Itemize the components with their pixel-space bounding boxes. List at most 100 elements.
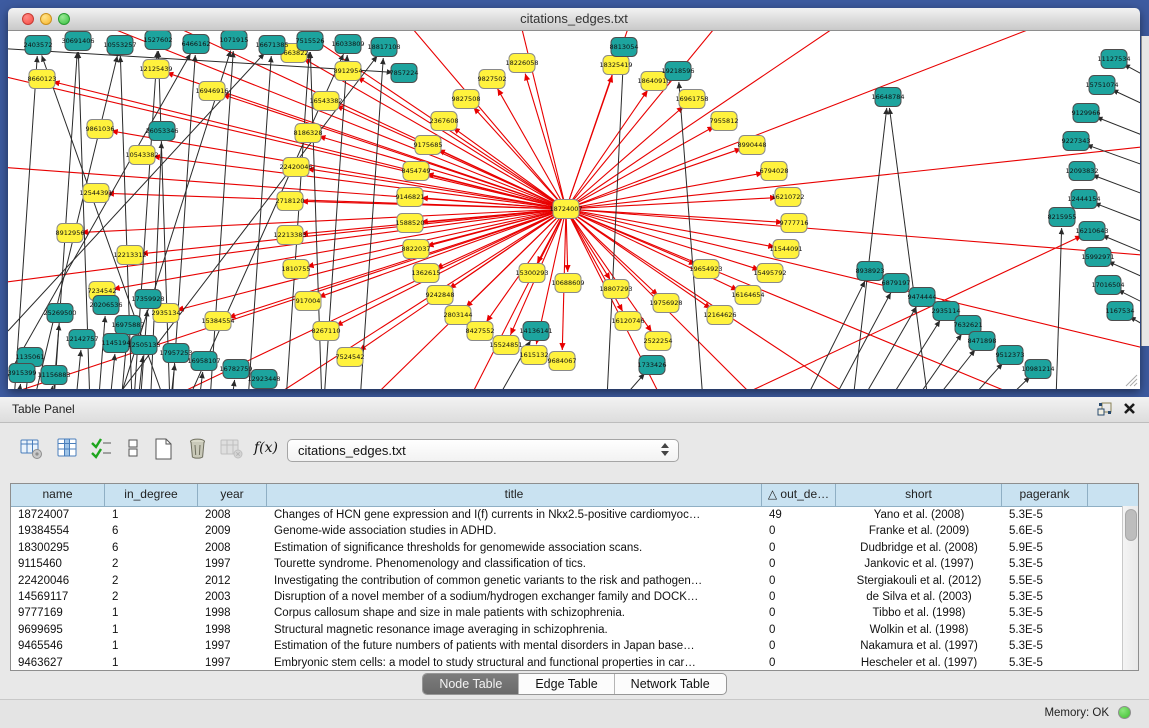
graph-edge[interactable] [107, 193, 566, 209]
graph-edge[interactable] [1112, 90, 1140, 125]
close-panel-icon[interactable] [1122, 401, 1137, 421]
graph-node[interactable]: 9827508 [452, 90, 481, 109]
graph-node[interactable]: 9146821 [396, 188, 425, 207]
graph-node[interactable]: 17359928 [131, 290, 164, 309]
graph-node[interactable]: 16648784 [871, 88, 904, 107]
graph-node[interactable]: 10688609 [551, 274, 584, 293]
table-row[interactable]: 911546021997Tourette syndrome. Phenomeno… [11, 556, 1138, 572]
graph-edge[interactable] [1054, 228, 1062, 389]
table-settings-icon[interactable] [20, 437, 44, 461]
graph-node[interactable]: 9175685 [414, 136, 443, 155]
tab-network-table[interactable]: Network Table [615, 674, 726, 694]
graph-node[interactable]: 20206536 [89, 296, 122, 315]
row-height-icon[interactable] [122, 437, 146, 461]
graph-node[interactable]: 8990448 [738, 136, 767, 155]
graph-node[interactable]: 2522254 [644, 332, 673, 351]
graph-node[interactable]: 9474444 [908, 288, 937, 307]
graph-edge[interactable] [158, 51, 172, 389]
graph-node[interactable]: 8186328 [294, 124, 323, 143]
graph-edge[interactable] [566, 209, 810, 389]
graph-node[interactable]: 18807293 [599, 280, 632, 299]
graph-node[interactable]: 9512373 [996, 346, 1025, 365]
graph-node[interactable]: 14136141 [519, 322, 552, 341]
graph-node[interactable]: 10981214 [1021, 360, 1054, 379]
graph-edge[interactable] [566, 209, 783, 222]
show-columns-icon[interactable] [56, 437, 80, 461]
tab-edge-table[interactable]: Edge Table [519, 674, 614, 694]
graph-node[interactable]: 12444154 [1067, 190, 1100, 209]
graph-node[interactable]: 16975887 [111, 316, 144, 335]
graph-node[interactable]: 25269500 [43, 304, 76, 323]
graph-node[interactable]: 12505135 [127, 336, 160, 355]
graph-node[interactable]: 16120746 [611, 312, 644, 331]
graph-node[interactable]: 15495792 [753, 264, 786, 283]
graph-node[interactable]: 8427552 [466, 322, 495, 341]
graph-node[interactable]: 7515526 [296, 32, 325, 51]
graph-node[interactable]: 9777716 [780, 214, 809, 233]
graph-node[interactable]: 1145194 [102, 334, 131, 353]
tab-node-table[interactable]: Node Table [423, 674, 519, 694]
graph-node[interactable]: 9827502 [478, 70, 507, 89]
delete-rows-icon[interactable] [186, 437, 210, 461]
column-header-pagerank[interactable]: pagerank [1002, 484, 1088, 506]
graph-edge[interactable] [679, 82, 708, 389]
graph-node[interactable]: 12923448 [247, 370, 280, 389]
window-titlebar[interactable]: citations_edges.txt [8, 8, 1140, 31]
graph-node[interactable]: 1810755 [282, 260, 311, 279]
graph-edge[interactable] [10, 56, 37, 389]
graph-node[interactable]: 19756928 [649, 294, 682, 313]
table-row[interactable]: 977716911998Corpus callosum shape and si… [11, 605, 1138, 621]
graph-node[interactable]: 8267110 [312, 322, 341, 341]
graph-edge[interactable] [497, 89, 566, 209]
graph-node[interactable]: 9227343 [1062, 132, 1091, 151]
graph-node[interactable]: 8822037 [402, 240, 431, 259]
float-panel-icon[interactable] [1097, 401, 1113, 422]
graph-node[interactable]: 2803144 [444, 306, 473, 325]
graph-edge[interactable] [846, 108, 887, 389]
network-canvas[interactable]: 1872400718226058982750298275082367608917… [8, 31, 1140, 389]
table-row[interactable]: 1456911722003Disruption of a novel membe… [11, 589, 1138, 605]
graph-node[interactable]: 6879197 [882, 274, 911, 293]
graph-node[interactable]: 16543382 [309, 92, 342, 111]
graph-node[interactable]: 7524542 [336, 348, 365, 367]
graph-edge[interactable] [568, 373, 645, 389]
graph-edge[interactable] [42, 386, 52, 389]
graph-node[interactable]: 8660123 [28, 70, 57, 89]
graph-node[interactable]: 1588520 [396, 214, 425, 233]
column-header-in_degree[interactable]: in_degree [105, 484, 198, 506]
graph-node[interactable]: 15524851 [489, 336, 522, 355]
scrollbar-thumb[interactable] [1125, 509, 1137, 541]
graph-node[interactable]: 1362615 [412, 264, 441, 283]
graph-node[interactable]: 16671385 [255, 36, 288, 55]
graph-node[interactable]: 2367608 [430, 112, 459, 131]
graph-node[interactable]: 10553257 [103, 36, 136, 55]
graph-edge[interactable] [915, 363, 1003, 389]
graph-node[interactable]: 1733426 [638, 356, 667, 375]
graph-node[interactable]: 15992971 [1081, 248, 1114, 267]
graph-node[interactable]: 1071915 [220, 31, 249, 50]
new-table-icon[interactable] [152, 437, 176, 461]
column-header-name[interactable]: name [11, 484, 105, 506]
graph-node[interactable]: 16210643 [1075, 222, 1108, 241]
column-header-year[interactable]: year [198, 484, 267, 506]
graph-node[interactable]: 9861036 [86, 120, 115, 139]
graph-edge[interactable] [70, 350, 81, 389]
graph-edge[interactable] [566, 31, 1118, 209]
graph-edge[interactable] [827, 307, 916, 389]
table-row[interactable]: 969969511998Structural magnetic resonanc… [11, 622, 1138, 638]
graph-node[interactable]: 8813054 [610, 38, 639, 57]
graph-node[interactable]: 9684067 [548, 352, 577, 371]
graph-node[interactable]: 8912954 [334, 62, 363, 81]
graph-node[interactable]: 12142757 [65, 330, 98, 349]
graph-node[interactable]: 12164626 [703, 306, 736, 325]
graph-node[interactable]: 16946916 [195, 82, 228, 101]
graph-node[interactable]: 18724007 [549, 200, 582, 219]
graph-node[interactable]: 19218596 [661, 62, 694, 81]
graph-node[interactable]: 16210722 [771, 188, 804, 207]
graph-node[interactable]: 9242848 [426, 286, 455, 305]
graph-node[interactable]: 8471898 [968, 332, 997, 351]
graph-edge[interactable] [873, 334, 962, 389]
graph-node[interactable]: 16033809 [331, 35, 364, 54]
graph-node[interactable]: 7857224 [390, 64, 419, 83]
graph-node[interactable]: 15751074 [1085, 76, 1118, 95]
